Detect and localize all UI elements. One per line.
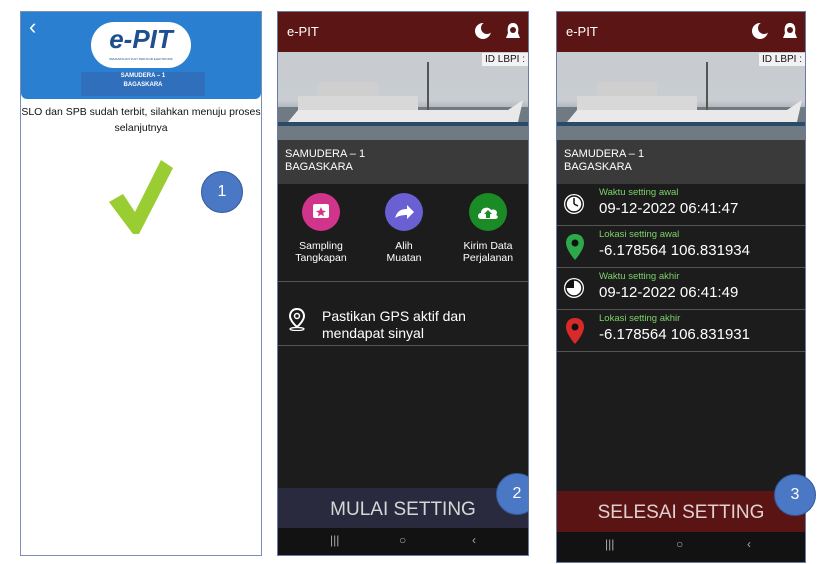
- screen-1: ‹ e-PIT PEMANTAUAN IKAN TERUKUR ELEKTRON…: [20, 11, 262, 556]
- row-value: -6.178564 106.831931: [599, 326, 750, 343]
- divider: [278, 281, 528, 282]
- vessel-info: SAMUDERA – 1 BAGASKARA: [557, 140, 805, 184]
- action-label: Sampling: [299, 240, 343, 252]
- recent-apps-icon[interactable]: |||: [605, 537, 614, 551]
- epit-logo: e-PIT PEMANTAUAN IKAN TERUKUR ELEKTRONIK: [91, 22, 191, 68]
- home-icon[interactable]: ○: [676, 537, 683, 551]
- vessel-owner: BAGASKARA: [123, 82, 163, 88]
- row-label: Waktu setting awal: [599, 187, 679, 198]
- setting-row: Lokasi setting awal -6.178564 106.831934: [557, 226, 805, 268]
- back-icon[interactable]: ‹: [29, 16, 36, 38]
- home-icon[interactable]: ○: [399, 533, 406, 547]
- user-icon[interactable]: [504, 22, 522, 40]
- system-nav-bar: ||| ○ ‹: [278, 528, 528, 555]
- logo-subtitle: PEMANTAUAN IKAN TERUKUR ELEKTRONIK: [109, 57, 173, 61]
- sampling-icon: [302, 193, 340, 231]
- recent-apps-icon[interactable]: |||: [330, 533, 339, 547]
- red-pin-icon: [566, 318, 584, 344]
- setting-row: Waktu setting akhir 09-12-2022 06:41:49: [557, 268, 805, 310]
- green-pin-icon: [566, 234, 584, 260]
- row-label: Waktu setting akhir: [599, 271, 680, 282]
- back-icon[interactable]: ‹: [472, 533, 476, 547]
- gps-text: mendapat sinyal: [322, 325, 424, 341]
- header-banner: ‹ e-PIT PEMANTAUAN IKAN TERUKUR ELEKTRON…: [21, 12, 261, 99]
- vessel-label: SAMUDERA – 1 BAGASKARA: [81, 72, 205, 96]
- screen-3: e-PIT ID LBPI : SAMUDERA – 1 BAGASKARA W…: [556, 11, 806, 563]
- action-label: Alih: [395, 240, 413, 252]
- vessel-name: SAMUDERA – 1: [285, 148, 366, 160]
- row-value: 09-12-2022 06:41:49: [599, 284, 739, 301]
- app-title: e-PIT: [287, 24, 319, 39]
- app-title: e-PIT: [566, 24, 598, 39]
- action-label: Perjalanan: [462, 252, 514, 264]
- action-sampling[interactable]: Sampling Tangkapan: [286, 193, 356, 273]
- clock-half-icon: [564, 278, 584, 298]
- action-label: Muatan: [386, 252, 422, 264]
- gps-notice: Pastikan GPS aktif dan mendapat sinyal: [322, 308, 466, 342]
- row-label: Lokasi setting awal: [599, 229, 680, 240]
- vessel-name: SAMUDERA – 1: [120, 73, 166, 79]
- gps-text: Pastikan GPS aktif dan: [322, 308, 466, 324]
- user-icon[interactable]: [781, 22, 799, 40]
- row-value: -6.178564 106.831934: [599, 242, 750, 259]
- checkmark-icon: [109, 160, 173, 234]
- clock-icon: [564, 194, 584, 214]
- system-nav-bar: ||| ○ ‹: [557, 532, 805, 562]
- selesai-setting-button[interactable]: SELESAI SETTING: [557, 491, 805, 534]
- action-label: Tangkapan: [295, 252, 347, 264]
- vessel-name: SAMUDERA – 1: [564, 148, 645, 160]
- app-bar: e-PIT: [278, 12, 528, 52]
- vessel-info: SAMUDERA – 1 BAGASKARA: [278, 140, 528, 184]
- action-alih-muatan[interactable]: Alih Muatan: [369, 193, 439, 273]
- cloud-upload-icon: [469, 193, 507, 231]
- back-icon[interactable]: ‹: [747, 537, 751, 551]
- row-label: Lokasi setting akhir: [599, 313, 681, 324]
- divider: [278, 345, 528, 346]
- setting-row: Lokasi setting akhir -6.178564 106.83193…: [557, 310, 805, 352]
- step-badge-1: 1: [201, 171, 243, 213]
- setting-row: Waktu setting awal 09-12-2022 06:41:47: [557, 184, 805, 226]
- action-kirim-data[interactable]: Kirim Data Perjalanan: [452, 193, 524, 273]
- logo-text: e-PIT: [109, 24, 173, 54]
- row-value: 09-12-2022 06:41:47: [599, 200, 739, 217]
- night-mode-icon[interactable]: [751, 22, 769, 40]
- app-bar: e-PIT: [557, 12, 805, 52]
- screen-2: e-PIT ID LBPI : SAMUDERA – 1 BAGASKARA S…: [277, 11, 529, 556]
- step-badge-3: 3: [774, 474, 816, 516]
- action-label: Kirim Data: [463, 240, 513, 252]
- night-mode-icon[interactable]: [474, 22, 492, 40]
- mulai-setting-button[interactable]: MULAI SETTING: [278, 488, 528, 531]
- status-message: SLO dan SPB sudah terbit, silahkan menuj…: [21, 106, 261, 134]
- vessel-owner: BAGASKARA: [285, 161, 353, 173]
- location-pin-icon: [288, 307, 306, 331]
- forward-icon: [385, 193, 423, 231]
- id-lbpi-label: ID LBPI :: [481, 53, 528, 66]
- id-lbpi-label: ID LBPI :: [758, 53, 805, 66]
- vessel-owner: BAGASKARA: [564, 161, 632, 173]
